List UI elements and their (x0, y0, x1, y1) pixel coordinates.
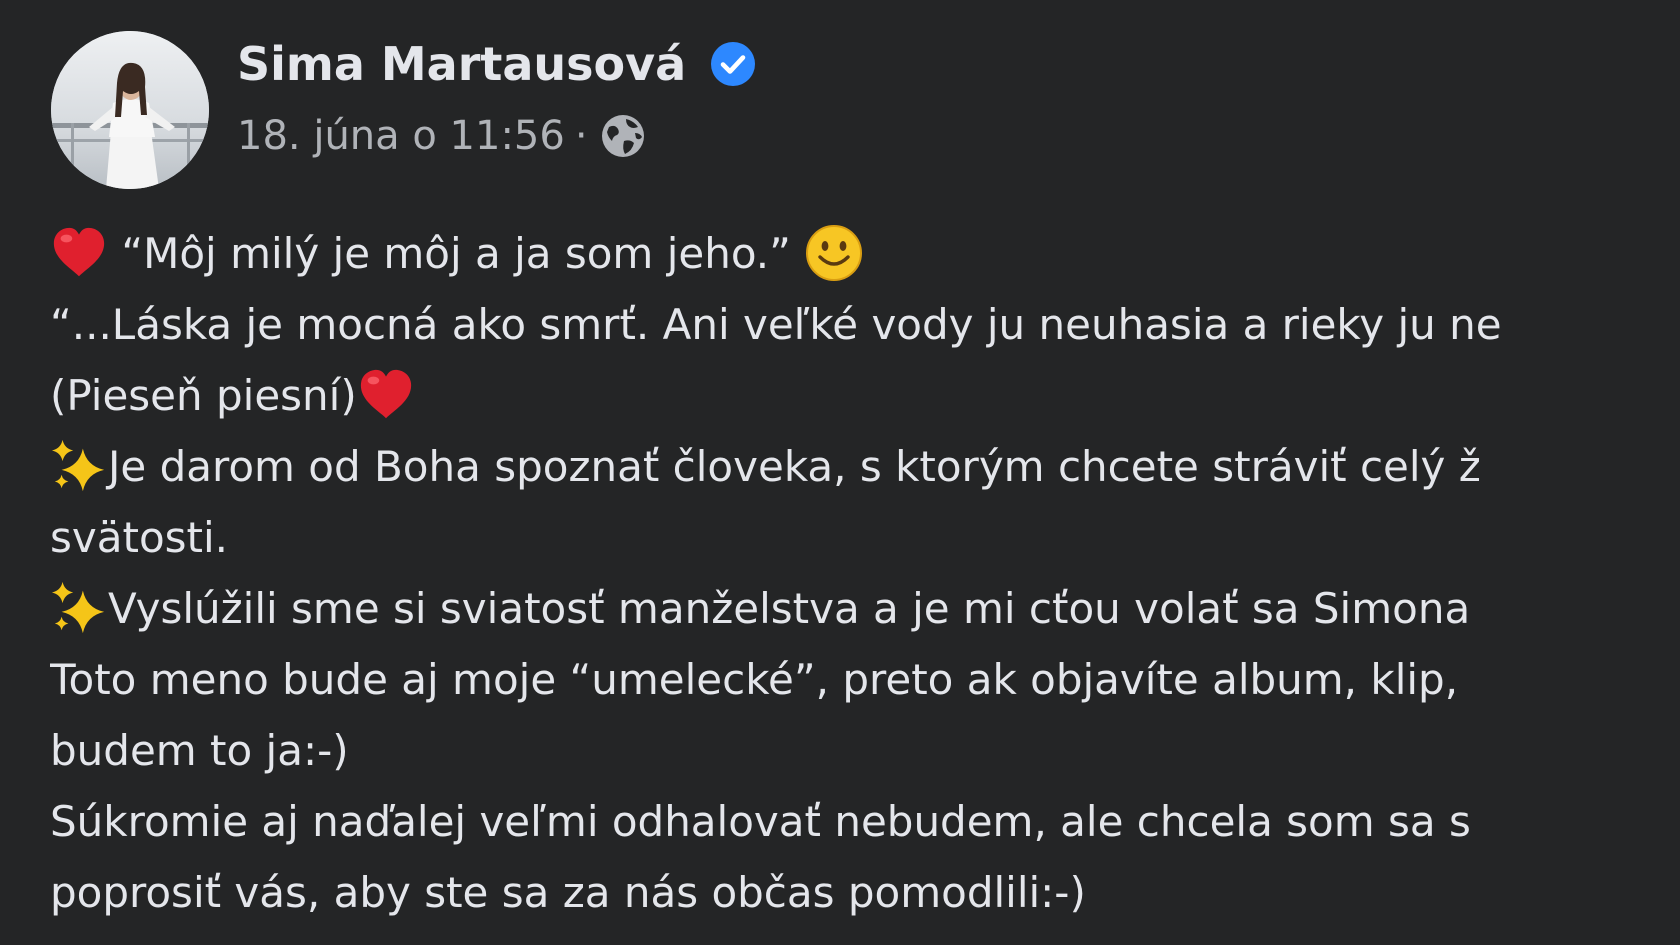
sparkles-icon (51, 581, 105, 633)
author-name-link[interactable]: Sima Martausová (237, 30, 756, 98)
post-text-line-content: Toto meno bude aj moje “umelecké”, preto… (50, 655, 1459, 704)
post-text-line-content: Súkromie aj naďalej veľmi odhalovať nebu… (50, 797, 1471, 846)
post-text-line-content: “Môj milý je môj a ja som jeho.” (108, 229, 805, 278)
meta-separator: · (574, 113, 588, 159)
post-text-line: Vyslúžili sme si sviatosť manželstva a j… (50, 573, 1680, 644)
author-name[interactable]: Sima Martausová (237, 30, 686, 98)
post-text-line-content: svätosti. (50, 513, 229, 562)
post-text-line: “Môj milý je môj a ja som jeho.” (50, 218, 1680, 289)
post-text-line: Súkromie aj naďalej veľmi odhalovať nebu… (50, 786, 1680, 857)
post-text-line: svätosti. (50, 502, 1680, 573)
post-text-line-content: poprosiť vás, aby ste sa za nás občas po… (50, 868, 1086, 917)
globe-icon[interactable] (598, 111, 648, 161)
post-text-line-content: Vyslúžili sme si sviatosť manželstva a j… (108, 584, 1471, 633)
post-body: “Môj milý je môj a ja som jeho.” “...Lás… (50, 218, 1680, 928)
post-text-line-content: “...Láska je mocná ako smrť. Ani veľké v… (50, 300, 1502, 349)
post-text-line: budem to ja:-) (50, 715, 1680, 786)
post-text-line-content: (Pieseň piesní) (50, 371, 357, 420)
post-text-line: Toto meno bude aj moje “umelecké”, preto… (50, 644, 1680, 715)
verified-badge-icon (711, 42, 756, 86)
facebook-post: Sima Martausová 18. júna o 11:56 · “Môj … (0, 0, 1680, 945)
post-text-line-content: budem to ja:-) (50, 726, 349, 775)
sparkles-icon (51, 439, 105, 491)
post-timestamp[interactable]: 18. júna o 11:56 (237, 106, 565, 166)
red-heart-icon (53, 227, 105, 276)
smile-icon (806, 224, 863, 281)
red-heart-icon (360, 369, 411, 418)
author-avatar[interactable] (51, 31, 209, 189)
post-text-line: poprosiť vás, aby ste sa za nás občas po… (50, 857, 1680, 928)
post-meta: 18. júna o 11:56 · (237, 106, 648, 166)
post-text-line-content: Je darom od Boha spoznať človeka, s ktor… (108, 442, 1481, 491)
post-text-line: “...Láska je mocná ako smrť. Ani veľké v… (50, 289, 1680, 360)
post-text-line: Je darom od Boha spoznať človeka, s ktor… (50, 431, 1680, 502)
post-text-line: (Pieseň piesní) (50, 360, 1680, 431)
